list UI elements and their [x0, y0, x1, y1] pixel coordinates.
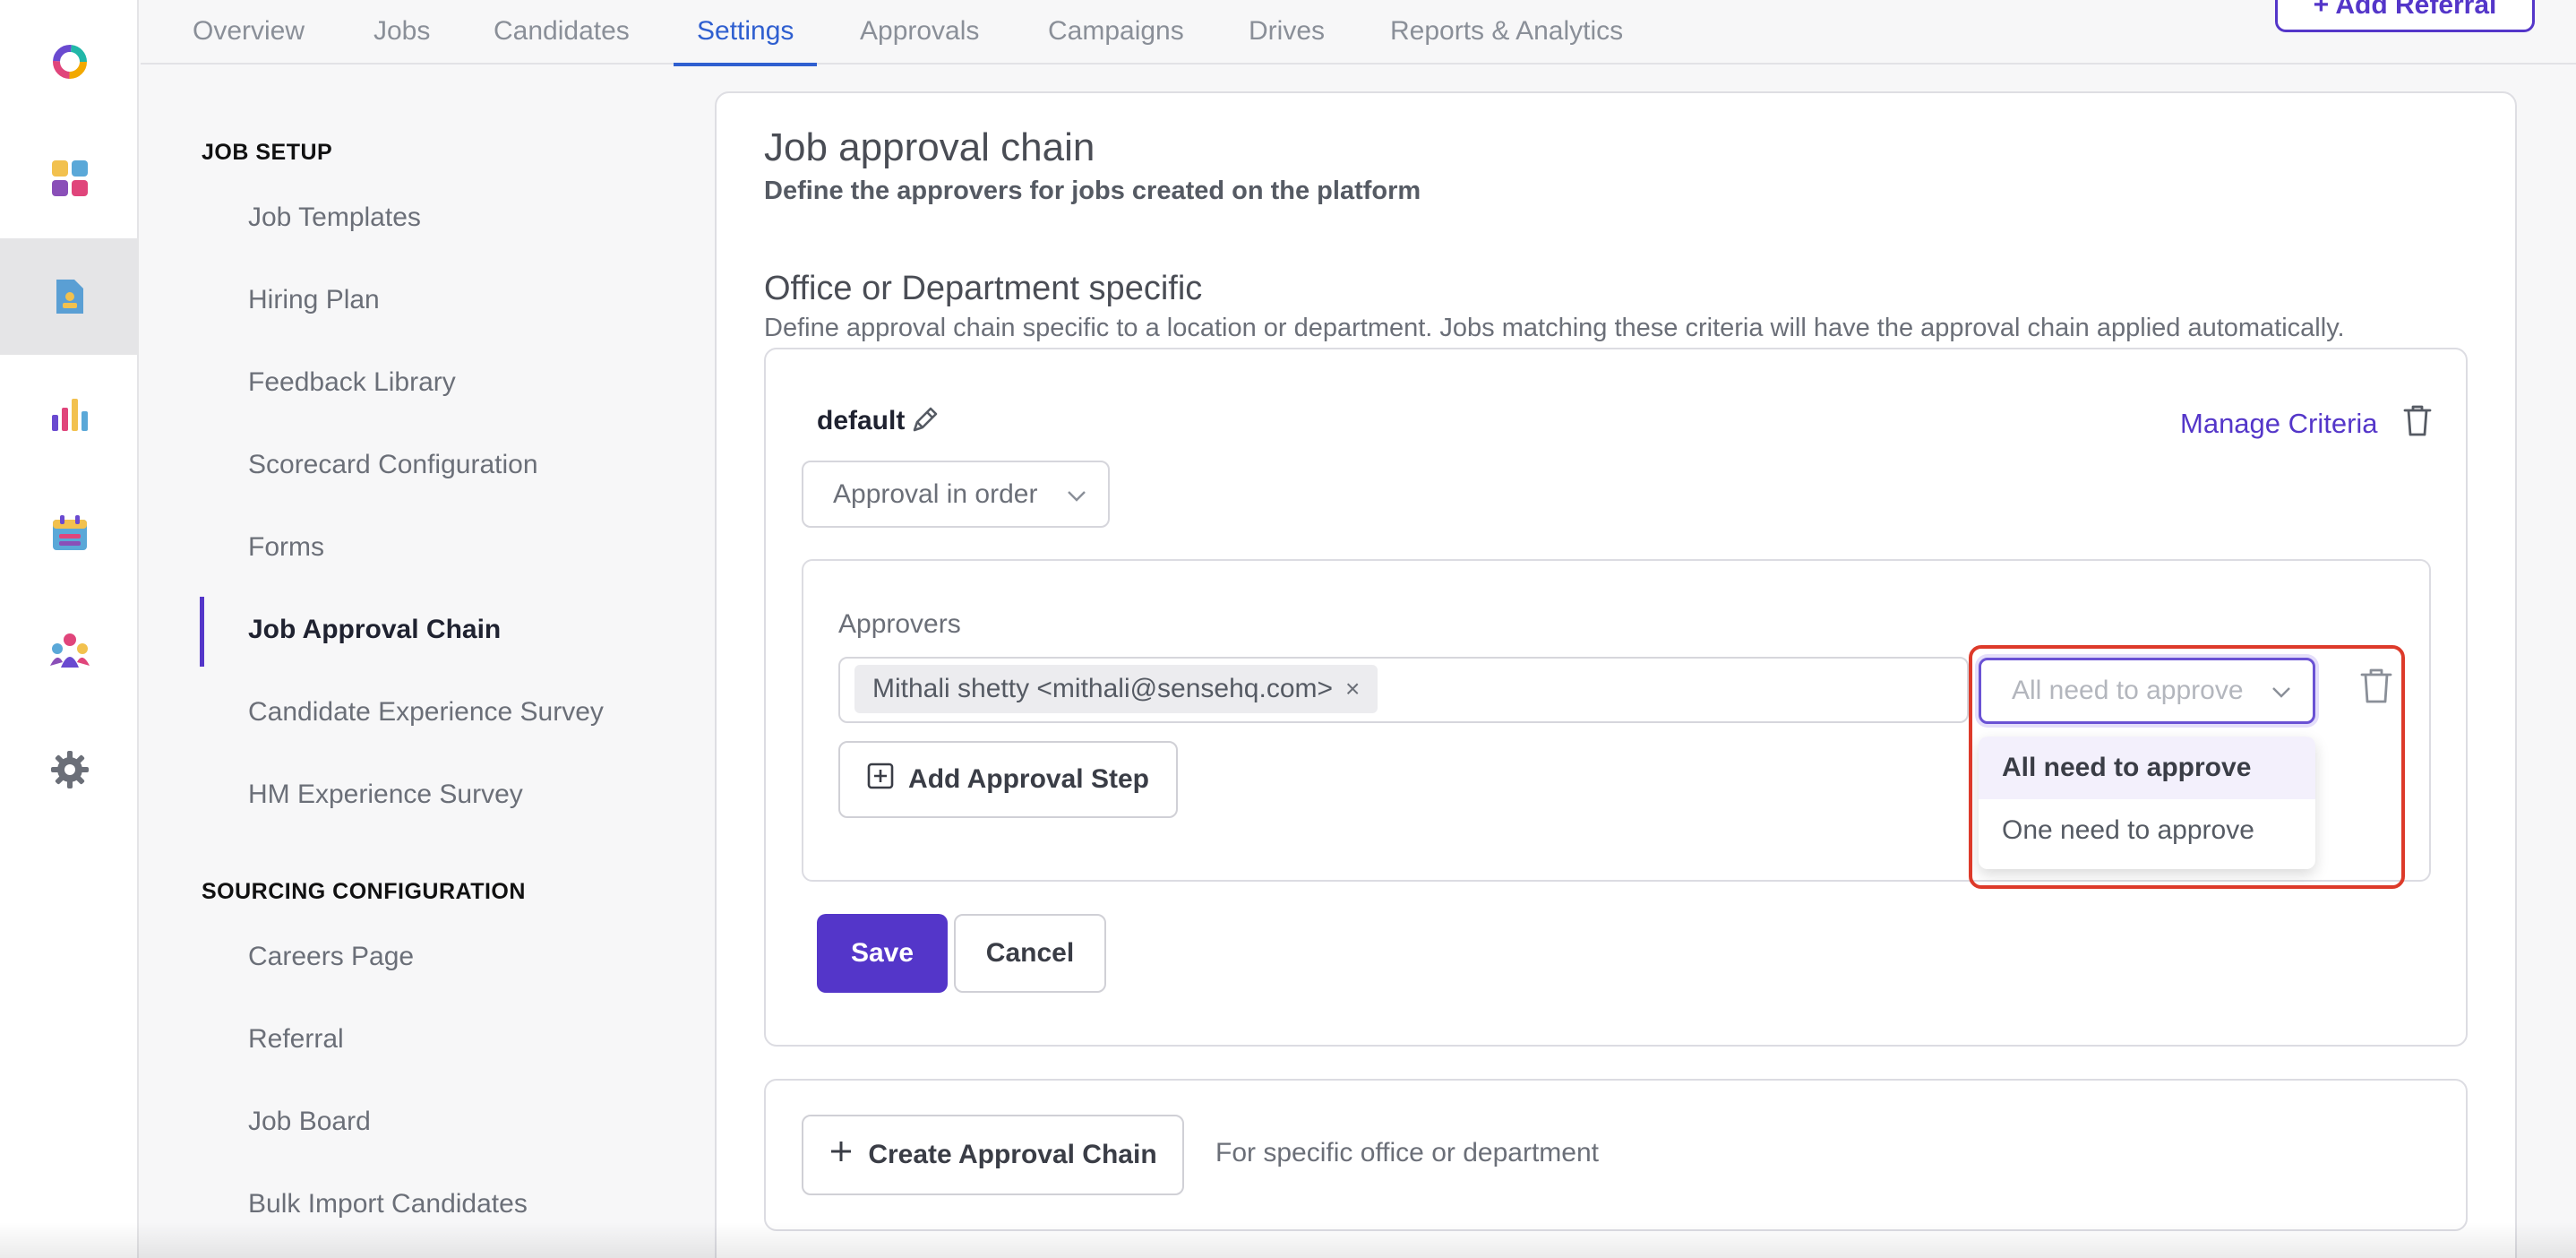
manage-criteria-link[interactable]: Manage Criteria [2180, 408, 2378, 440]
sidebar-item-bulk-import-candidates[interactable]: Bulk Import Candidates [248, 1189, 528, 1219]
add-approval-step-button[interactable]: Add Approval Step [838, 741, 1178, 818]
sidebar-item-candidate-experience-survey[interactable]: Candidate Experience Survey [248, 697, 604, 728]
create-approval-chain-button[interactable]: Create Approval Chain [802, 1115, 1184, 1195]
cancel-button[interactable]: Cancel [954, 914, 1106, 993]
sidebar-item-forms[interactable]: Forms [248, 532, 324, 563]
add-referral-button[interactable]: + Add Referral [2275, 0, 2535, 32]
sidebar-item-job-approval-chain[interactable]: Job Approval Chain [248, 615, 501, 645]
sidebar-item-scorecard-configuration[interactable]: Scorecard Configuration [248, 450, 538, 480]
sidebar-item-referral[interactable]: Referral [248, 1024, 344, 1055]
sidebar-item-hiring-plan[interactable]: Hiring Plan [248, 285, 380, 315]
people-icon[interactable] [0, 593, 139, 710]
approval-order-value: Approval in order [833, 478, 1038, 509]
plus-icon [829, 1139, 854, 1171]
approval-type-value: All need to approve [2012, 676, 2244, 705]
create-approval-chain-label: Create Approval Chain [868, 1140, 1157, 1169]
settings-gear-icon[interactable] [0, 711, 139, 828]
approval-order-select[interactable]: Approval in order [802, 461, 1110, 528]
add-approval-step-label: Add Approval Step [908, 764, 1149, 794]
approval-type-select[interactable]: All need to approve [1979, 658, 2315, 724]
sidebar-item-job-templates[interactable]: Job Templates [248, 202, 421, 233]
approver-chip-label: Mithali shetty <mithali@sensehq.com> [872, 674, 1334, 703]
delete-step-trash-icon[interactable] [2359, 667, 2393, 709]
tab-candidates[interactable]: Candidates [494, 0, 630, 65]
dashboard-grid-icon[interactable] [0, 120, 139, 237]
tab-settings[interactable]: Settings [673, 0, 818, 66]
approver-chip: Mithali shetty <mithali@sensehq.com> × [854, 665, 1378, 713]
sidebar-heading-sourcing-configuration: SOURCING CONFIGURATION [202, 879, 526, 904]
save-button[interactable]: Save [817, 914, 948, 993]
sidebar-item-feedback-library[interactable]: Feedback Library [248, 367, 456, 398]
section-title: Office or Department specific [764, 270, 1203, 307]
approval-type-dropdown: All need to approve One need to approve [1979, 737, 2315, 869]
chevron-down-icon [2271, 676, 2291, 706]
plus-square-icon [867, 763, 894, 797]
section-subtitle: Define approval chain specific to a loca… [764, 314, 2345, 342]
sidebar-item-careers-page[interactable]: Careers Page [248, 942, 414, 972]
edit-pencil-icon[interactable] [909, 405, 940, 440]
jobs-document-icon[interactable] [0, 238, 139, 355]
option-one-need-to-approve[interactable]: One need to approve [1979, 799, 2315, 862]
chain-name: default [817, 406, 906, 435]
remove-approver-close-icon[interactable]: × [1345, 675, 1360, 703]
tab-jobs[interactable]: Jobs [374, 0, 430, 65]
delete-chain-trash-icon[interactable] [2402, 403, 2433, 442]
sidebar-item-job-board[interactable]: Job Board [248, 1107, 371, 1137]
page-subtitle: Define the approvers for jobs created on… [764, 177, 1421, 205]
sidebar-active-marker [200, 597, 204, 667]
analytics-bars-icon[interactable] [0, 357, 139, 473]
sidebar-item-hm-experience-survey[interactable]: HM Experience Survey [248, 780, 523, 810]
tab-approvals[interactable]: Approvals [860, 0, 979, 65]
logo-ring-icon[interactable] [0, 4, 139, 120]
app-icon-rail [0, 0, 139, 1258]
tab-overview[interactable]: Overview [193, 0, 305, 65]
tab-reports-analytics[interactable]: Reports & Analytics [1390, 0, 1623, 65]
top-tab-bar: Overview Jobs Candidates Settings Approv… [141, 0, 2576, 66]
chevron-down-icon [1067, 479, 1086, 510]
approvers-label: Approvers [838, 609, 961, 639]
sidebar-heading-job-setup: JOB SETUP [202, 140, 333, 165]
page-title: Job approval chain [764, 125, 1095, 169]
tab-campaigns[interactable]: Campaigns [1048, 0, 1184, 65]
calendar-icon[interactable] [0, 475, 139, 591]
option-all-need-to-approve[interactable]: All need to approve [1979, 737, 2315, 799]
tab-drives[interactable]: Drives [1249, 0, 1325, 65]
create-chain-note: For specific office or department [1215, 1138, 1599, 1168]
